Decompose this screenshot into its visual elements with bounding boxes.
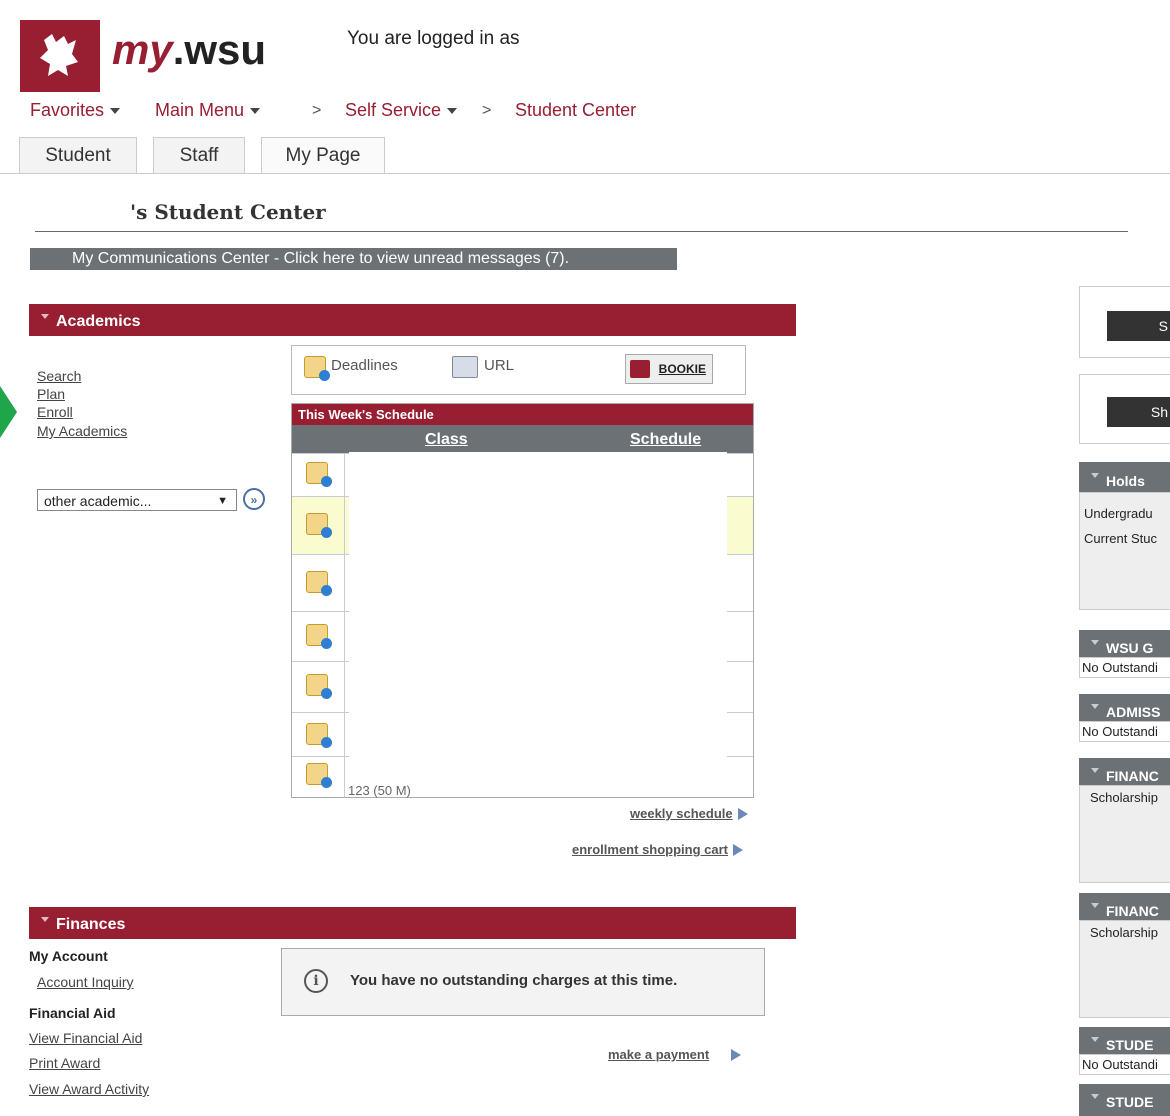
no-charges-message: i You have no outstanding charges at thi… [281,948,765,1016]
deadlines-calendar-icon [304,356,330,381]
play-arrow-icon [733,843,744,856]
collapse-icon [41,917,49,922]
right-button-1[interactable]: S [1107,311,1170,341]
hold-item[interactable]: Undergradu [1084,501,1170,526]
url-link[interactable]: URL [484,357,514,374]
my-academics-link[interactable]: My Academics [37,423,127,439]
self-service-menu[interactable]: Self Service [345,100,458,121]
schedule-column-header[interactable]: Schedule [630,431,701,449]
class-details-icon[interactable] [306,763,332,788]
class-details-icon[interactable] [306,513,332,538]
dropdown-arrow-icon: ▼ [217,495,228,507]
student-body-1: No Outstandi [1079,1054,1170,1075]
breadcrumb-student-center[interactable]: Student Center [515,100,636,121]
student-header-1[interactable]: STUDE [1079,1027,1170,1054]
class-details-icon[interactable] [306,462,332,487]
academics-header[interactable]: Academics [29,304,796,336]
schedule-title: This Week's Schedule [292,404,753,425]
academics-toolbar: Deadlines URL BOOKIE [291,345,746,395]
right-button-box: S [1079,286,1170,358]
scholarship-item[interactable]: Scholarship [1090,925,1170,940]
finance-header-2[interactable]: FINANC [1079,893,1170,920]
chevron-down-icon [110,108,121,115]
holds-header[interactable]: Holds [1079,462,1170,492]
cougar-head-icon [40,34,78,76]
bookie-link[interactable]: BOOKIE [625,354,713,384]
deadlines-link[interactable]: Deadlines [331,357,398,374]
chevron-down-icon [250,108,261,115]
class-details-icon[interactable] [306,674,332,699]
scholarship-item[interactable]: Scholarship [1090,790,1170,805]
right-button-box: Sh [1079,374,1170,444]
play-arrow-icon [737,807,748,820]
collapse-icon [41,314,49,319]
tab-staff[interactable]: Staff [153,137,245,174]
finances-header[interactable]: Finances [29,907,796,939]
play-arrow-icon [731,1048,742,1061]
message-text: You have no outstanding charges at this … [350,972,678,989]
holds-body: Undergradu Current Stuc [1079,492,1170,610]
finance-body-2: Scholarship [1079,920,1170,1018]
my-account-label: My Account [29,948,108,964]
title-divider [35,231,1128,232]
account-inquiry-link[interactable]: Account Inquiry [37,974,134,990]
page-title: 's Student Center [130,200,326,224]
weekly-schedule-table: This Week's Schedule Class Schedule 123 … [291,403,754,798]
finance-header-1[interactable]: FINANC [1079,758,1170,785]
search-link[interactable]: Search [37,368,81,384]
class-details-icon[interactable] [306,723,332,748]
make-payment-link[interactable]: make a payment [608,1046,742,1064]
chevron-down-icon [447,108,458,115]
go-button[interactable]: » [243,488,265,510]
weekly-schedule-link[interactable]: weekly schedule [630,805,748,823]
tab-my-page[interactable]: My Page [261,137,385,174]
plan-link[interactable]: Plan [37,386,65,402]
admissions-header[interactable]: ADMISS [1079,694,1170,721]
collapse-icon [1091,768,1099,773]
tab-student[interactable]: Student [19,137,137,174]
finance-body-1: Scholarship [1079,785,1170,883]
collapse-icon [1091,704,1099,709]
redacted-area [349,452,727,782]
other-academic-select[interactable]: other academic... ▼ [37,489,237,511]
green-arrow-marker [0,386,17,438]
collapse-icon [1091,1094,1099,1099]
collapse-icon [1091,473,1099,478]
bookie-logo-icon [630,360,650,378]
shopping-cart-link[interactable]: enrollment shopping cart [572,841,744,859]
breadcrumb-separator-icon: > [312,102,322,119]
logged-in-text: You are logged in as [347,28,520,49]
tab-divider [0,173,1170,174]
mywsu-wordmark: my.wsu [112,26,267,73]
url-icon [452,356,478,378]
hold-item[interactable]: Current Stuc [1084,526,1170,551]
communications-center-link[interactable]: My Communications Center - Click here to… [30,248,677,270]
class-details-icon[interactable] [306,571,332,596]
partial-row-text: 123 (50 M) [348,783,411,798]
main-menu[interactable]: Main Menu [155,100,261,121]
enroll-link[interactable]: Enroll [37,404,73,420]
view-award-activity-link[interactable]: View Award Activity [29,1081,149,1097]
collapse-icon [1091,903,1099,908]
collapse-icon [1091,1037,1099,1042]
financial-aid-label: Financial Aid [29,1005,116,1021]
wsu-g-body: No Outstandi [1079,657,1170,678]
collapse-icon [1091,640,1099,645]
wsu-logo[interactable] [20,20,100,92]
favorites-menu[interactable]: Favorites [30,100,121,121]
breadcrumb-separator-icon: > [482,102,492,119]
schedule-header-row: Class Schedule [292,425,753,453]
class-column-header[interactable]: Class [425,431,468,449]
student-header-2[interactable]: STUDE [1079,1084,1170,1116]
admissions-body: No Outstandi [1079,721,1170,742]
print-award-link[interactable]: Print Award [29,1055,100,1071]
class-details-icon[interactable] [306,624,332,649]
view-financial-aid-link[interactable]: View Financial Aid [29,1030,142,1046]
info-icon: i [304,969,328,993]
wsu-g-header[interactable]: WSU G [1079,630,1170,657]
right-button-2[interactable]: Sh [1107,397,1170,427]
